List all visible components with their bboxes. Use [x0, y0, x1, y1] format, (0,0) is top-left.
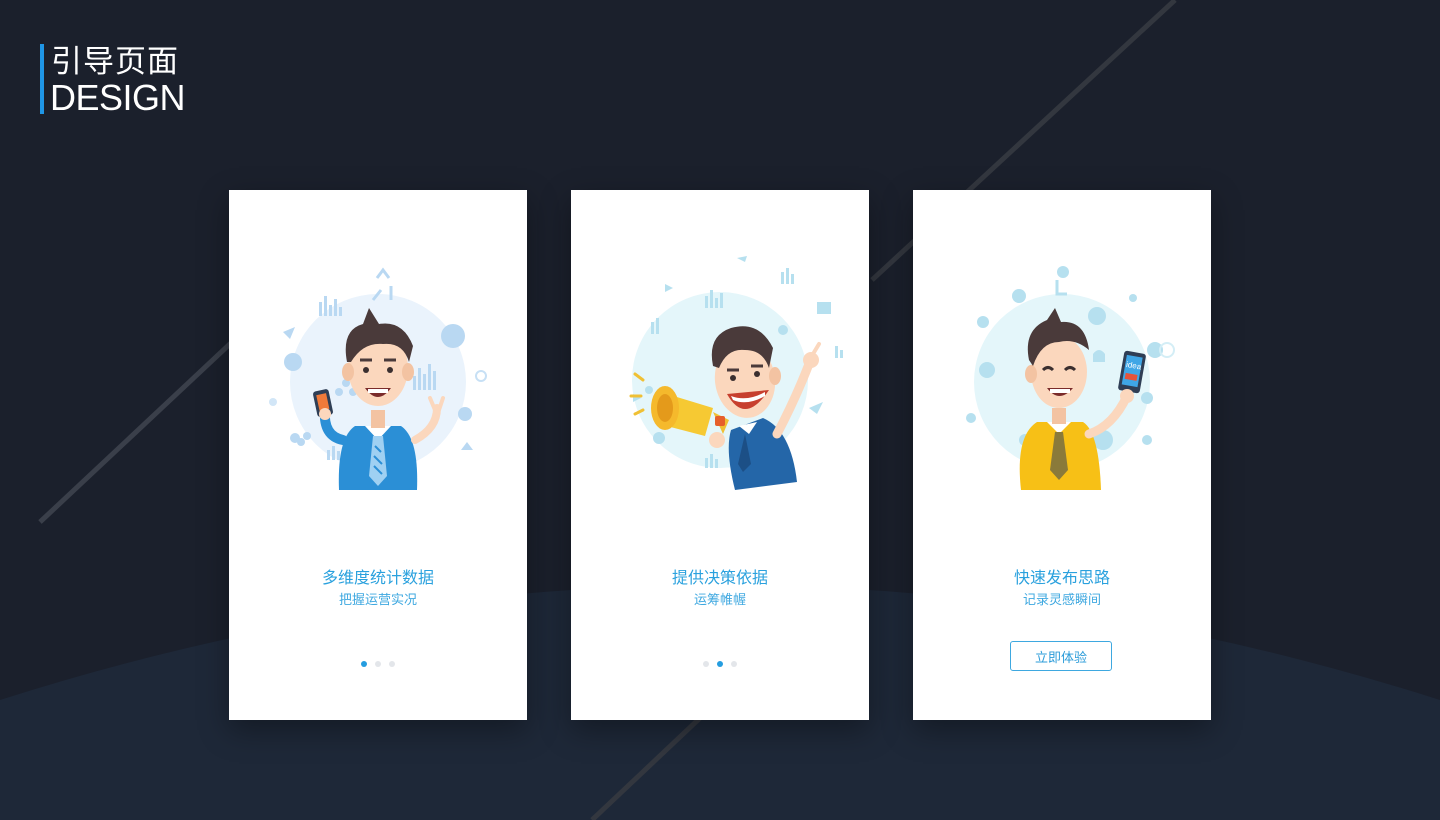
guide-screen-3[interactable]: idea 快速发布思路 记录灵感瞬间 立即体验 [913, 190, 1211, 720]
guide-screen-1[interactable]: 多维度统计数据 把握运营实况 [229, 190, 527, 720]
header-title-cn: 引导页面 [51, 44, 179, 80]
pagination-dots[interactable] [571, 661, 869, 667]
pagination-dot[interactable] [375, 661, 381, 667]
screen-subtitle: 记录灵感瞬间 [1022, 593, 1101, 608]
header-title-en: DESIGN [50, 77, 186, 118]
pagination-dot[interactable] [389, 661, 395, 667]
pagination-dot-active[interactable] [717, 661, 723, 667]
background-stripe [38, 340, 234, 524]
start-experience-button[interactable]: 立即体验 [1010, 641, 1112, 671]
screen-subtitle: 运筹帷幄 [693, 593, 746, 608]
man-with-megaphone-illustration [629, 256, 843, 490]
pagination-dot[interactable] [731, 661, 737, 667]
screen-subtitle: 把握运营实况 [338, 593, 417, 608]
pagination-dot[interactable] [703, 661, 709, 667]
screen-title: 提供决策依据 [671, 568, 768, 587]
screen-title: 多维度统计数据 [321, 568, 434, 587]
man-with-idea-phone-illustration: idea [966, 266, 1175, 490]
header-accent-bar [40, 44, 44, 114]
guide-screen-2[interactable]: 提供决策依据 运筹帷幄 [571, 190, 869, 720]
pagination-dot-active[interactable] [361, 661, 367, 667]
man-with-phone-charts-illustration [269, 267, 487, 490]
screen-title: 快速发布思路 [1013, 568, 1110, 587]
pagination-dots[interactable] [229, 661, 527, 667]
